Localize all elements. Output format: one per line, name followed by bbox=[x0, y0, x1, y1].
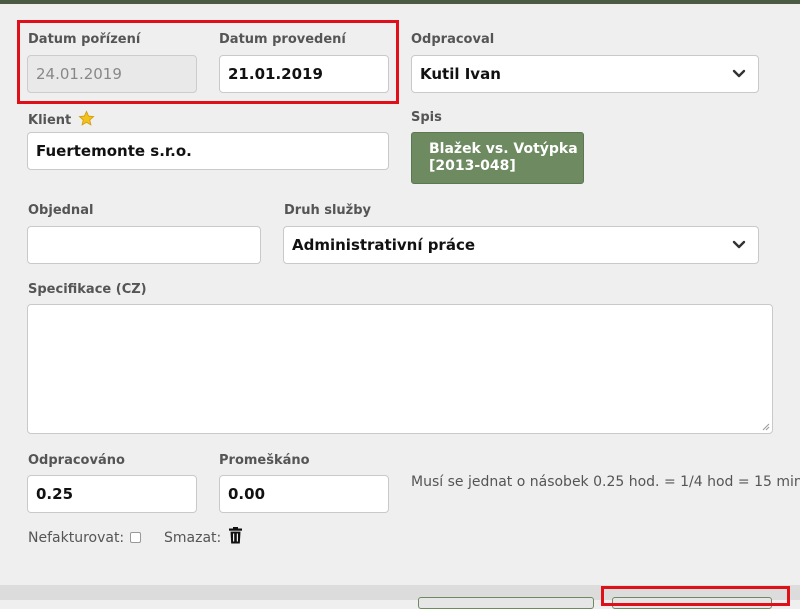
specifikace-label: Specifikace (CZ) bbox=[28, 282, 147, 297]
spis-button-line1: Blažek vs. Votýpka bbox=[429, 141, 578, 157]
druh-sluzby-select[interactable]: Administrativní práce bbox=[283, 226, 759, 264]
specifikace-textarea[interactable] bbox=[27, 304, 773, 434]
top-bar bbox=[0, 0, 800, 4]
chevron-down-icon bbox=[732, 240, 746, 249]
promeskano-field[interactable]: 0.00 bbox=[219, 475, 389, 513]
odpracovano-field[interactable]: 0.25 bbox=[27, 475, 197, 513]
highlight-box-footer bbox=[601, 586, 790, 606]
hours-hint-note: Musí se jednat o násobek 0.25 hod. = 1/4… bbox=[411, 474, 800, 490]
smazat-label: Smazat: bbox=[164, 530, 222, 546]
druh-sluzby-value: Administrativní práce bbox=[292, 236, 476, 254]
trash-icon[interactable] bbox=[228, 527, 243, 544]
klient-label: Klient bbox=[28, 113, 72, 128]
spis-label: Spis bbox=[411, 110, 442, 125]
spis-button[interactable]: Blažek vs. Votýpka [2013-048] bbox=[411, 132, 584, 184]
objednal-field[interactable] bbox=[27, 226, 261, 264]
nefakturovat-label: Nefakturovat: bbox=[28, 530, 125, 546]
nefakturovat-checkbox[interactable] bbox=[130, 532, 141, 543]
footer-button-left[interactable] bbox=[418, 597, 594, 609]
druh-sluzby-label: Druh služby bbox=[284, 203, 372, 218]
klient-field[interactable]: Fuertemonte s.r.o. bbox=[27, 132, 389, 170]
odpracoval-select[interactable]: Kutil Ivan bbox=[411, 55, 759, 93]
odpracoval-value: Kutil Ivan bbox=[420, 65, 501, 83]
star-icon[interactable] bbox=[78, 110, 95, 127]
promeskano-label: Promeškáno bbox=[219, 453, 310, 468]
objednal-label: Objednal bbox=[28, 203, 94, 218]
klient-label-wrapper: Klient bbox=[28, 110, 95, 128]
odpracoval-label: Odpracoval bbox=[411, 32, 495, 47]
spis-button-line2: [2013-048] bbox=[429, 158, 516, 174]
odpracovano-label: Odpracováno bbox=[28, 453, 125, 468]
highlight-box-dates bbox=[17, 20, 399, 104]
chevron-down-icon bbox=[732, 69, 746, 78]
resize-handle-icon[interactable] bbox=[760, 421, 770, 431]
